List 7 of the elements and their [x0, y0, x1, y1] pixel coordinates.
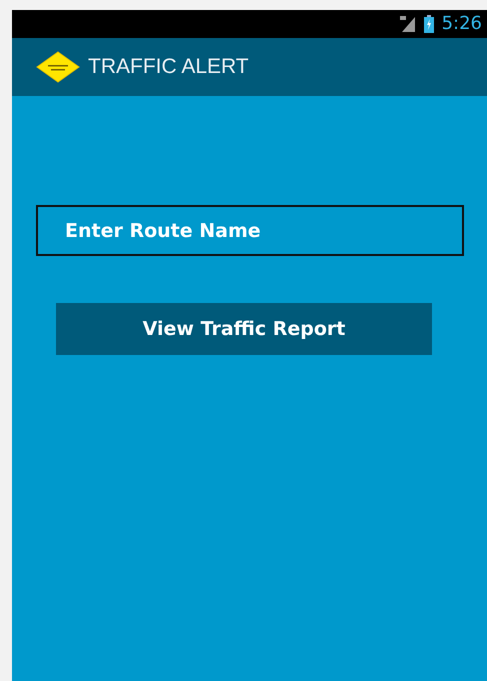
signal-icon	[400, 15, 416, 33]
status-time: 5:26	[442, 15, 482, 33]
warning-sign-icon	[36, 51, 80, 83]
app-title: TRAFFIC ALERT	[88, 54, 249, 80]
route-name-field[interactable]: Enter Route Name	[36, 205, 464, 256]
battery-icon	[424, 15, 434, 33]
view-report-button[interactable]: View Traffic Report	[56, 303, 432, 355]
